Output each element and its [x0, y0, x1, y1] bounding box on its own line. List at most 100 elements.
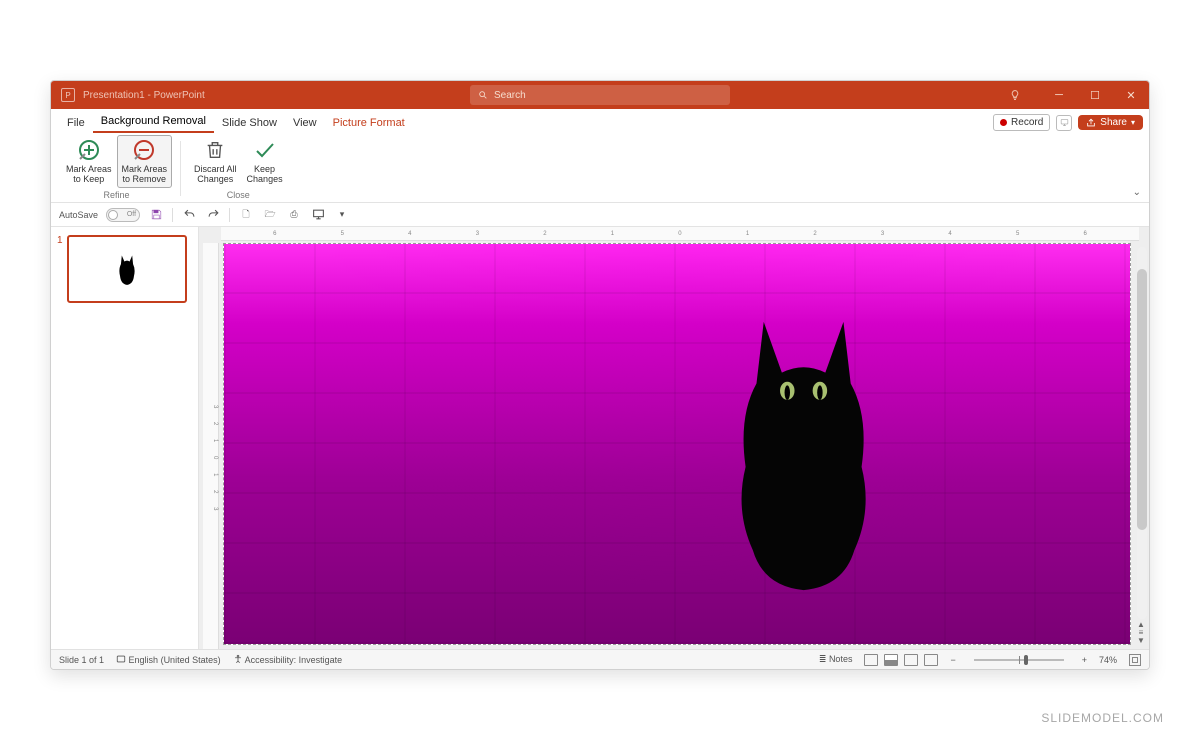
slide-nav-arrows[interactable]: ▲≡▼	[1135, 621, 1147, 645]
ruler-mark: 5	[1016, 231, 1019, 237]
accessibility-status[interactable]: Accessibility: Investigate	[233, 654, 343, 665]
notes-label: Notes	[829, 654, 853, 664]
ribbon-btn-label: to Remove	[123, 174, 167, 184]
mark-areas-to-remove-button[interactable]: Mark Areas to Remove	[117, 135, 173, 188]
search-placeholder: Search	[494, 90, 526, 101]
view-buttons	[864, 654, 938, 666]
titlebar: P Presentation1 - PowerPoint Search ─ ☐ …	[51, 81, 1149, 109]
window-title: Presentation1 - PowerPoint	[83, 90, 205, 101]
autosave-toggle[interactable]: Off	[106, 208, 140, 222]
ribbon-btn-label: Discard All	[194, 164, 237, 174]
ruler-mark: 2	[543, 231, 546, 237]
vertical-scrollbar[interactable]	[1137, 247, 1147, 619]
normal-view-button[interactable]	[864, 654, 878, 666]
notes-button[interactable]: ≣ Notes	[819, 654, 853, 665]
slide-position[interactable]: Slide 1 of 1	[59, 655, 104, 665]
collapse-ribbon-button[interactable]: ⌄	[1133, 187, 1141, 198]
ribbon-group-close: Discard All Changes Keep Changes Close	[185, 135, 292, 202]
ruler-mark: 3	[212, 405, 218, 414]
ribbon: Mark Areas to Keep Mark Areas to Remove …	[51, 133, 1149, 203]
slide-canvas[interactable]	[223, 243, 1131, 645]
ribbon-btn-label: Mark Areas	[66, 164, 112, 174]
save-icon[interactable]	[148, 207, 164, 223]
ruler-mark: 4	[948, 231, 951, 237]
vertical-ruler: 3 2 1 0 1 2 3	[203, 243, 219, 649]
slideshow-view-button[interactable]	[924, 654, 938, 666]
share-icon	[1086, 118, 1096, 128]
tab-slide-show[interactable]: Slide Show	[214, 113, 285, 133]
ruler-mark: 1	[212, 439, 218, 448]
search-box[interactable]: Search	[470, 85, 730, 105]
more-icon[interactable]: ▾	[334, 207, 350, 223]
ruler-mark: 1	[746, 231, 749, 237]
ruler-mark: 5	[341, 231, 344, 237]
ribbon-separator	[180, 141, 181, 196]
reading-view-button[interactable]	[904, 654, 918, 666]
new-file-icon[interactable]: 🗋	[238, 207, 254, 223]
discard-all-changes-button[interactable]: Discard All Changes	[189, 135, 242, 188]
ribbon-group-label: Close	[227, 190, 250, 202]
tab-file[interactable]: File	[59, 113, 93, 133]
ribbon-group-label: Refine	[104, 190, 130, 202]
ruler-mark: 3	[212, 507, 218, 516]
trash-icon	[203, 138, 227, 162]
pavement-texture	[224, 244, 1130, 644]
tips-icon[interactable]	[997, 81, 1033, 109]
zoom-in-button[interactable]: +	[1082, 655, 1087, 665]
record-button[interactable]: Record	[993, 114, 1050, 131]
zoom-slider[interactable]	[974, 659, 1064, 661]
ruler-mark: 2	[212, 422, 218, 431]
minus-circle-icon	[132, 138, 156, 162]
open-file-icon[interactable]: 🗁	[262, 207, 278, 223]
sorter-view-button[interactable]	[884, 654, 898, 666]
record-icon	[1000, 119, 1007, 126]
language-status[interactable]: English (United States)	[116, 654, 221, 665]
language-label: English (United States)	[129, 655, 221, 665]
ribbon-btn-label: Changes	[247, 174, 283, 184]
slide-thumbnail-panel: 1	[51, 227, 199, 649]
ruler-mark: 0	[212, 456, 218, 465]
mark-areas-to-keep-button[interactable]: Mark Areas to Keep	[61, 135, 117, 188]
undo-icon[interactable]	[181, 207, 197, 223]
scrollbar-thumb[interactable]	[1137, 269, 1147, 529]
ribbon-btn-label: Changes	[197, 174, 233, 184]
watermark: SLIDEMODEL.COM	[1041, 711, 1164, 725]
powerpoint-window: P Presentation1 - PowerPoint Search ─ ☐ …	[50, 80, 1150, 670]
ruler-mark: 1	[611, 231, 614, 237]
app-icon: P	[61, 88, 75, 102]
window-controls: ─ ☐ ✕	[997, 81, 1149, 109]
keep-changes-button[interactable]: Keep Changes	[242, 135, 288, 188]
zoom-percent[interactable]: 74%	[1099, 655, 1117, 665]
redo-icon[interactable]	[205, 207, 221, 223]
close-button[interactable]: ✕	[1113, 81, 1149, 109]
horizontal-ruler: 6543210123456	[221, 227, 1139, 241]
ribbon-btn-label: Keep	[254, 164, 275, 174]
tab-view[interactable]: View	[285, 113, 325, 133]
slide-thumbnail[interactable]: 1	[57, 235, 192, 303]
zoom-out-button[interactable]: −	[950, 655, 955, 665]
accessibility-label: Accessibility: Investigate	[245, 655, 343, 665]
present-mode-button[interactable]	[1056, 115, 1072, 131]
share-label: Share	[1100, 117, 1127, 128]
print-icon[interactable]: ⎙	[286, 207, 302, 223]
ribbon-btn-label: Mark Areas	[122, 164, 168, 174]
present-icon[interactable]	[310, 207, 326, 223]
fit-to-window-button[interactable]	[1129, 654, 1141, 666]
background-removal-overlay	[224, 244, 1130, 644]
ruler-mark: 3	[881, 231, 884, 237]
minimize-button[interactable]: ─	[1041, 81, 1077, 109]
share-button[interactable]: Share ▾	[1078, 115, 1143, 130]
toggle-knob	[108, 210, 118, 220]
ribbon-btn-label: to Keep	[73, 174, 104, 184]
status-bar: Slide 1 of 1 English (United States) Acc…	[51, 649, 1149, 669]
autosave-label: AutoSave	[59, 210, 98, 220]
slide-canvas-area: 6543210123456 3 2 1 0 1 2 3	[199, 227, 1149, 649]
maximize-button[interactable]: ☐	[1077, 81, 1113, 109]
search-icon	[478, 90, 488, 100]
tab-background-removal[interactable]: Background Removal	[93, 111, 214, 133]
ruler-mark: 2	[212, 490, 218, 499]
foreground-cat	[713, 292, 894, 620]
menu-tabs: File Background Removal Slide Show View …	[51, 109, 1149, 133]
tab-picture-format[interactable]: Picture Format	[325, 113, 413, 133]
cat-silhouette-icon	[114, 252, 140, 287]
